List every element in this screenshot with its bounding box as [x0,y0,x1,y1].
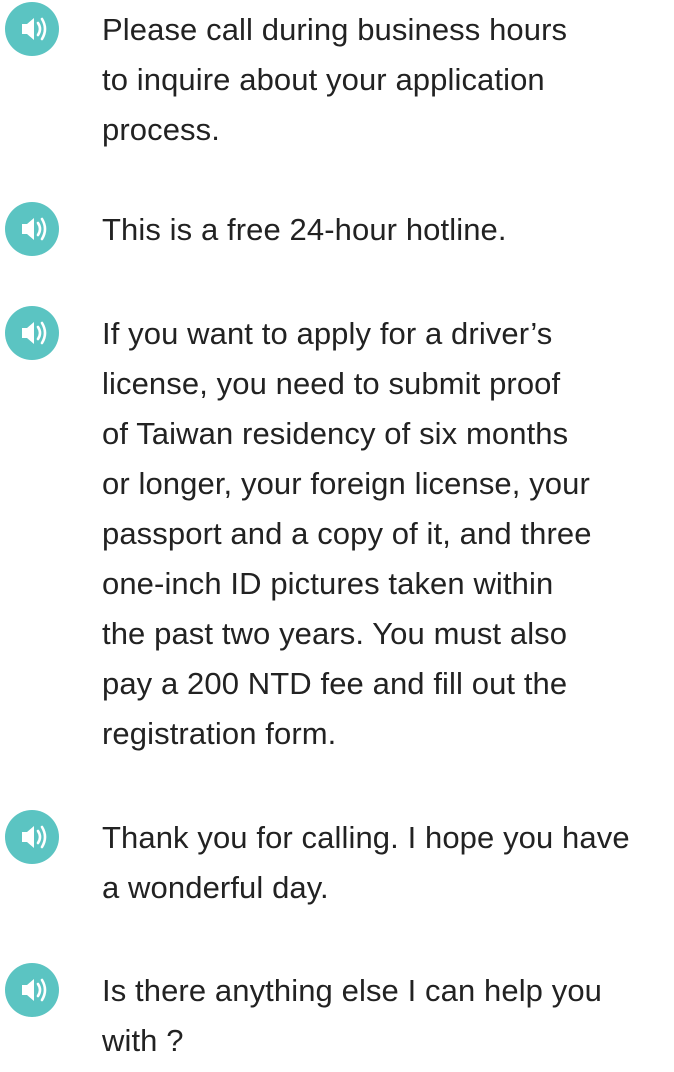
speaker-icon [22,321,47,345]
speaker-icon [22,217,47,241]
speaker-icon [22,978,47,1002]
play-audio-button[interactable] [5,810,59,864]
speaker-icon [22,825,47,849]
speaker-icon [22,17,47,41]
phrase-text: Please call during business hours to inq… [102,12,568,147]
phrase-text: Is there anything else I can help you wi… [102,973,603,1058]
phrase-text: This is a free 24-hour hotline. [102,212,507,247]
play-audio-button[interactable] [5,306,59,360]
phrase-text: If you want to apply for a driver’s lice… [102,316,592,751]
phrase-text: Thank you for calling. I hope you have a… [102,820,630,905]
play-audio-button[interactable] [5,963,59,1017]
play-audio-button[interactable] [5,202,59,256]
play-audio-button[interactable] [5,2,59,56]
